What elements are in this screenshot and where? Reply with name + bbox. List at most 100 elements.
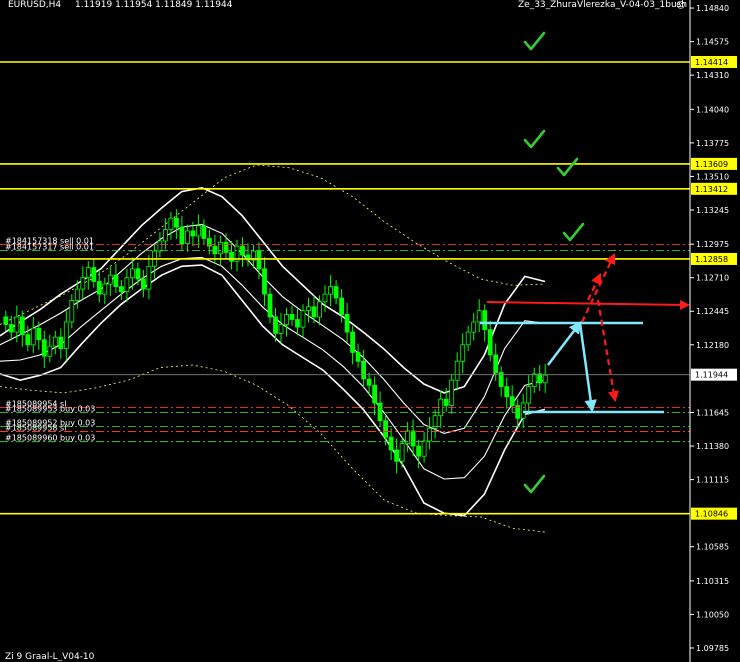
candle-body [399,443,405,462]
candle-body [377,402,383,422]
candle-body [355,351,361,362]
candle-body [504,386,510,398]
candle-body [350,331,356,353]
candle-body [74,288,80,301]
candle-body [190,230,196,237]
candle-body [344,313,350,333]
candle-body [58,336,64,350]
candle-body [322,293,328,303]
candle-body [366,378,372,386]
candle-body [361,360,367,380]
candle-body [262,268,267,295]
axis-tick-label: 1.12975 [696,240,729,249]
smiley-icon[interactable]: ☺ [676,0,685,11]
candle-body [421,440,427,457]
candle-body [509,396,515,407]
candle-body [427,427,433,442]
candle-body [146,265,152,290]
candle-body [201,225,207,239]
candle-body [267,293,273,318]
candle-body [85,267,91,279]
symbol-label: EURUSD,H4 [8,0,61,10]
candle-body [542,374,548,384]
candle-body [256,250,262,270]
candle-body [295,319,300,328]
axis-tick-label: 1.09785 [696,644,729,653]
candle-body [47,345,53,357]
candle-body [52,336,58,347]
candle-body [454,360,460,381]
level-price-label: 1.12858 [695,255,728,264]
candle-body [102,283,108,295]
candle-body [482,310,488,331]
candle-body [91,267,97,282]
candle-body [520,402,526,419]
candle-body [41,339,47,357]
candle-body [69,300,75,323]
candle-body [476,310,482,323]
axis-tick-label: 1.10315 [696,577,729,586]
candle-body [306,306,311,311]
candle-body [317,301,322,318]
price-chart[interactable]: #184157318 sell 0.01#184157317 sell 0.01… [0,0,740,662]
level-price-label: 1.13609 [695,160,728,169]
candle-body [394,449,400,462]
axis-tick-label: 1.14575 [696,38,729,47]
candle-body [372,384,378,404]
candle-body [14,316,20,333]
candle-body [119,286,124,293]
candle-body [471,321,477,333]
ohlc-values: 1.11919 1.11954 1.11849 1.11944 [75,0,233,10]
axis-tick-label: 1.11115 [696,476,729,485]
candle-body [526,386,532,404]
candle-body [531,373,537,387]
axis-tick-label: 1.12180 [696,341,729,350]
candle-body [8,324,14,333]
candle-body [157,240,163,252]
candle-body [460,344,466,362]
candle-body [63,321,69,350]
candle-body [140,278,146,290]
indicator-label: Zi 9 Graal-L_V04-10 [5,652,95,662]
candle-body [493,354,499,373]
candle-body [179,226,185,245]
current-price-label: 1.11944 [695,371,728,380]
order-label: #184157317 sell 0.01 [5,242,94,251]
candle-body [339,297,345,315]
candle-body [328,286,334,295]
candle-body [30,327,36,346]
axis-tick-label: 1.13245 [696,206,729,215]
candle-body [113,274,119,288]
candle-body [195,225,201,237]
candle-body [162,229,168,242]
candle-body [135,268,141,280]
axis-tick-label: 1.10050 [696,610,729,619]
candle-body [333,286,339,299]
axis-tick-label: 1.14840 [696,4,729,13]
candle-body [173,217,179,228]
candle-body [217,241,223,255]
candle-body [36,327,42,341]
candle-body [184,230,190,244]
order-label: #185089958 sl [5,424,66,433]
candle-body [278,324,284,334]
level-price-label: 1.10846 [695,510,728,519]
candle-body [388,436,394,451]
order-label: #185089960 buy 0.03 [5,434,95,443]
axis-tick-label: 1.10585 [696,543,729,552]
level-price-label: 1.14414 [695,58,728,67]
candle-body [96,281,102,295]
axis-tick-label: 1.14310 [696,71,729,80]
candle-body [19,316,25,335]
candle-body [273,316,278,334]
candle-body [25,334,31,346]
candle-body [229,251,234,262]
candle-body [212,245,218,255]
candle-body [168,217,174,230]
candle-body [443,398,449,406]
candle-body [284,313,289,325]
candle-body [107,274,113,285]
candle-body [300,310,306,328]
candle-body [311,306,317,318]
expert-name: Ze_33_ZhuraVlerezka_V-04-03_1bush [518,0,687,10]
